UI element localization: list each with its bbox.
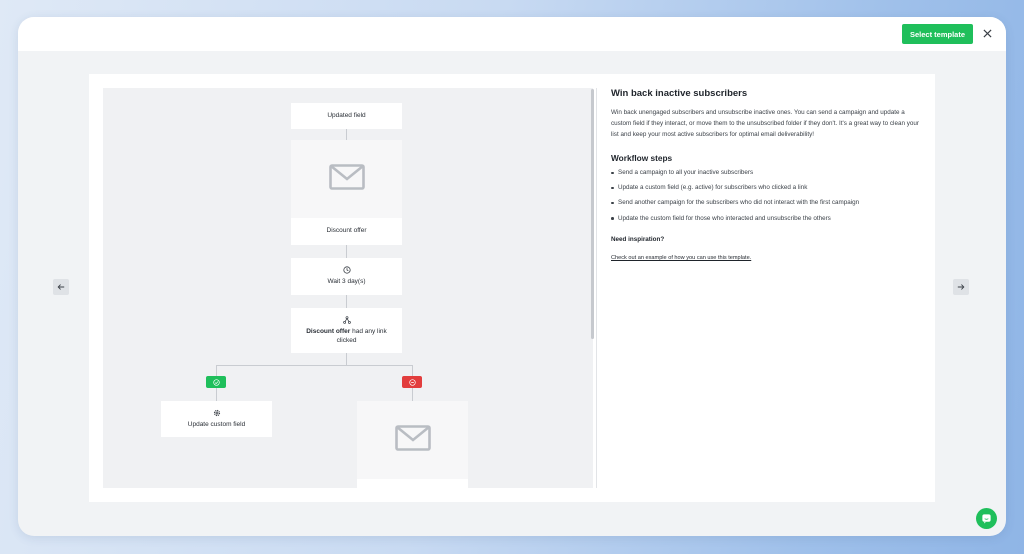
- node-label: Updated field: [327, 111, 366, 119]
- workflow-step: Update the custom field for those who in…: [611, 215, 921, 223]
- workflow-steps-list: Send a campaign to all your inactive sub…: [611, 169, 921, 223]
- workflow-step: Update a custom field (e.g. active) for …: [611, 184, 921, 192]
- chat-icon[interactable]: [976, 508, 997, 529]
- connector: [216, 365, 412, 366]
- update-custom-field-node[interactable]: Update custom field: [161, 401, 272, 437]
- minus-icon: [402, 376, 422, 388]
- template-content-card: Updated field Discount offer Wait 3 day(…: [89, 74, 935, 502]
- connector: [412, 365, 413, 376]
- email-node-discount-offer[interactable]: Discount offer: [291, 140, 402, 245]
- branch-icon: [342, 315, 351, 324]
- condition-node[interactable]: Discount offer had any link clicked: [291, 308, 402, 353]
- check-icon: [206, 376, 226, 388]
- workflow-step: Send another campaign for the subscriber…: [611, 199, 921, 207]
- divider: [596, 88, 597, 488]
- connector: [216, 388, 217, 401]
- envelope-icon: [394, 425, 431, 455]
- trigger-node-updated-field[interactable]: Updated field: [291, 103, 402, 129]
- select-template-button[interactable]: Select template: [902, 24, 973, 44]
- connector: [346, 245, 347, 258]
- email-node-second-campaign[interactable]: [357, 401, 468, 488]
- node-label: Discount offer: [326, 227, 367, 235]
- node-label: Wait 3 day(s): [327, 278, 366, 286]
- template-details-panel: Win back inactive subscribers Win back u…: [611, 88, 921, 264]
- workflow-canvas[interactable]: Updated field Discount offer Wait 3 day(…: [103, 88, 593, 488]
- email-preview: [291, 140, 402, 218]
- workflow-step: Send a campaign to all your inactive sub…: [611, 169, 921, 177]
- condition-label: Discount offer had any link clicked: [291, 328, 402, 346]
- clock-icon: [342, 266, 351, 274]
- connector: [346, 295, 347, 308]
- node-label-wrapper: Discount offer: [327, 218, 367, 245]
- inspiration-title: Need inspiration?: [611, 235, 665, 243]
- envelope-icon: [328, 164, 365, 194]
- gear-icon: [213, 409, 221, 417]
- template-title: Win back inactive subscribers: [611, 88, 748, 99]
- canvas-scrollbar[interactable]: [591, 89, 594, 339]
- node-label: Update custom field: [187, 420, 246, 428]
- condition-campaign-name: Discount offer: [306, 327, 351, 335]
- workflow-steps-title: Workflow steps: [611, 153, 673, 164]
- connector: [346, 129, 347, 140]
- arrow-left-icon[interactable]: [53, 279, 69, 295]
- modal-header: Select template: [18, 17, 1006, 51]
- connector: [216, 365, 217, 376]
- arrow-right-icon[interactable]: [953, 279, 969, 295]
- connector: [412, 388, 413, 401]
- inspiration-link[interactable]: Check out an example of how you can use …: [611, 255, 751, 261]
- wait-node[interactable]: Wait 3 day(s): [291, 258, 402, 295]
- email-preview: [357, 401, 468, 479]
- close-icon[interactable]: [980, 26, 994, 40]
- connector: [346, 353, 347, 365]
- template-preview-modal: Select template Updated field Discount o…: [18, 17, 1006, 536]
- template-description: Win back unengaged subscribers and unsub…: [611, 109, 919, 139]
